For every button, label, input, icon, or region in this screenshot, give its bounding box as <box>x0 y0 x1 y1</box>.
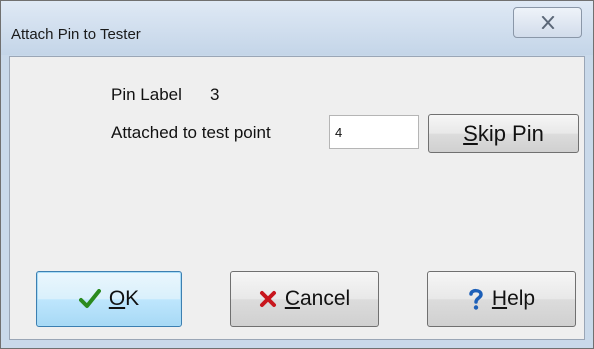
test-point-caption: Attached to test point <box>111 123 271 142</box>
pin-label-value: 3 <box>210 85 220 104</box>
cancel-accel: C <box>284 287 300 310</box>
close-icon <box>541 16 555 29</box>
question-mark-icon <box>468 288 484 310</box>
ok-button[interactable]: OK <box>36 271 182 327</box>
close-button[interactable] <box>513 7 582 38</box>
title-bar[interactable]: Attach Pin to Tester <box>1 1 593 55</box>
skip-pin-button[interactable]: Skip Pin <box>428 114 579 153</box>
help-label: elp <box>507 287 536 310</box>
skip-pin-accel: S <box>463 120 478 146</box>
checkmark-icon <box>78 289 101 309</box>
help-button[interactable]: Help <box>427 271 576 327</box>
dialog-window: Attach Pin to Tester Pin Label 3 Attache… <box>0 0 594 349</box>
dialog-body: Pin Label 3 Attached to test point Skip … <box>9 56 585 340</box>
window-title: Attach Pin to Tester <box>11 26 141 43</box>
cancel-button[interactable]: Cancel <box>230 271 379 327</box>
pin-label-caption: Pin Label <box>111 85 182 104</box>
test-point-input[interactable] <box>329 115 419 149</box>
cancel-label: ancel <box>299 287 351 310</box>
red-x-icon <box>259 290 277 308</box>
ok-label: K <box>125 287 140 310</box>
ok-accel: O <box>108 287 126 310</box>
skip-pin-label: kip Pin <box>477 120 544 146</box>
help-accel: H <box>491 287 508 310</box>
